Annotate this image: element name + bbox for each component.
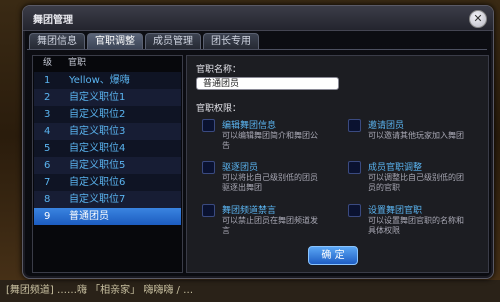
permission-title: 成员官职调整 (368, 163, 423, 173)
permission-title: 设置舞团官职 (368, 206, 423, 216)
rank-row[interactable]: 6 自定义职位5 (34, 157, 181, 174)
permission-desc: 可以邀请其他玩家加入舞团 (368, 131, 464, 140)
window-title: 舞团管理 (33, 15, 73, 26)
rank-row[interactable]: 7 自定义职位6 (34, 174, 181, 191)
permission-title: 舞团频道禁言 (222, 206, 277, 216)
permission-desc: 可以禁止团员在舞团频道发言 (222, 216, 318, 235)
rank-title: 自定义职位5 (69, 160, 126, 171)
rank-list-header: 级别 官职 (33, 56, 182, 83)
rank-level: 2 (44, 92, 51, 103)
rank-title: Yellow、爆嗨 (69, 75, 130, 86)
tab-leader-only[interactable]: 团长专用 (203, 33, 259, 49)
rank-title: 自定义职位1 (69, 92, 126, 103)
background-chat-strip: [舞团频道] ……嗨 「相亲家」 嗨嗨嗨 / … (0, 280, 500, 302)
permission-title: 邀请团员 (368, 121, 405, 131)
permission-checkbox[interactable] (348, 161, 361, 174)
rank-title: 自定义职位2 (69, 109, 126, 120)
tab-rank-adjust[interactable]: 官职调整 (87, 33, 143, 49)
rank-level: 8 (44, 194, 51, 205)
rank-title: 普通团员 (69, 211, 109, 222)
permission-checkbox[interactable] (202, 161, 215, 174)
guild-management-window: 舞团管理 ✕ 舞团信息 官职调整 成员管理 团长专用 级别 官职 1 Yellow… (22, 5, 494, 279)
rank-level: 5 (44, 143, 51, 154)
permission-desc: 可以将比自己级别低的团员驱逐出舞团 (222, 173, 318, 192)
rank-title: 自定义职位4 (69, 143, 126, 154)
rank-name-label: 官职名称： (196, 65, 242, 75)
rank-row[interactable]: 1 Yellow、爆嗨 (34, 72, 181, 89)
rank-row[interactable]: 5 自定义职位4 (34, 140, 181, 157)
rank-title: 自定义职位7 (69, 194, 126, 205)
permission-title: 编辑舞团信息 (222, 121, 277, 131)
tab-member-manage[interactable]: 成员管理 (145, 33, 201, 49)
close-button[interactable]: ✕ (469, 10, 487, 28)
rank-row[interactable]: 2 自定义职位1 (34, 89, 181, 106)
rank-title: 自定义职位6 (69, 177, 126, 188)
rank-row-selected[interactable]: 9 普通团员 (34, 208, 181, 225)
rank-row[interactable]: 4 自定义职位3 (34, 123, 181, 140)
rank-level: 7 (44, 177, 51, 188)
permission-title: 驱逐团员 (222, 163, 259, 173)
tab-guild-info[interactable]: 舞团信息 (29, 33, 85, 49)
rank-row[interactable]: 3 自定义职位2 (34, 106, 181, 123)
rank-level: 3 (44, 109, 51, 120)
rank-level: 9 (44, 211, 51, 222)
rank-level: 1 (44, 75, 51, 86)
confirm-button[interactable]: 确 定 (308, 246, 358, 265)
permission-checkbox[interactable] (202, 204, 215, 217)
permission-checkbox[interactable] (202, 119, 215, 132)
title-header: 官职 (68, 58, 87, 68)
rank-list-panel: 级别 官职 1 Yellow、爆嗨 2 自定义职位1 3 自定义职位2 4 自定义职位3… (32, 55, 183, 273)
permission-desc: 可以设置舞团官职的名称和具体权限 (368, 216, 464, 235)
rank-level: 4 (44, 126, 51, 137)
permission-checkbox[interactable] (348, 119, 361, 132)
rank-detail-panel: 官职名称： 普通团员 官职权限： 编辑舞团信息 可以编辑舞团简介和舞团公告 邀请… (186, 55, 489, 273)
title-bar[interactable]: 舞团管理 ✕ (23, 6, 493, 31)
rank-title: 自定义职位3 (69, 126, 126, 137)
permission-desc: 可以编辑舞团简介和舞团公告 (222, 131, 318, 150)
rank-permission-label: 官职权限： (196, 104, 242, 114)
rank-row[interactable]: 8 自定义职位7 (34, 191, 181, 208)
rank-level: 6 (44, 160, 51, 171)
permission-desc: 可以调整比自己级别低的团员的官职 (368, 173, 464, 192)
permission-checkbox[interactable] (348, 204, 361, 217)
rank-name-input[interactable]: 普通团员 (196, 77, 339, 90)
tab-divider (27, 49, 487, 50)
